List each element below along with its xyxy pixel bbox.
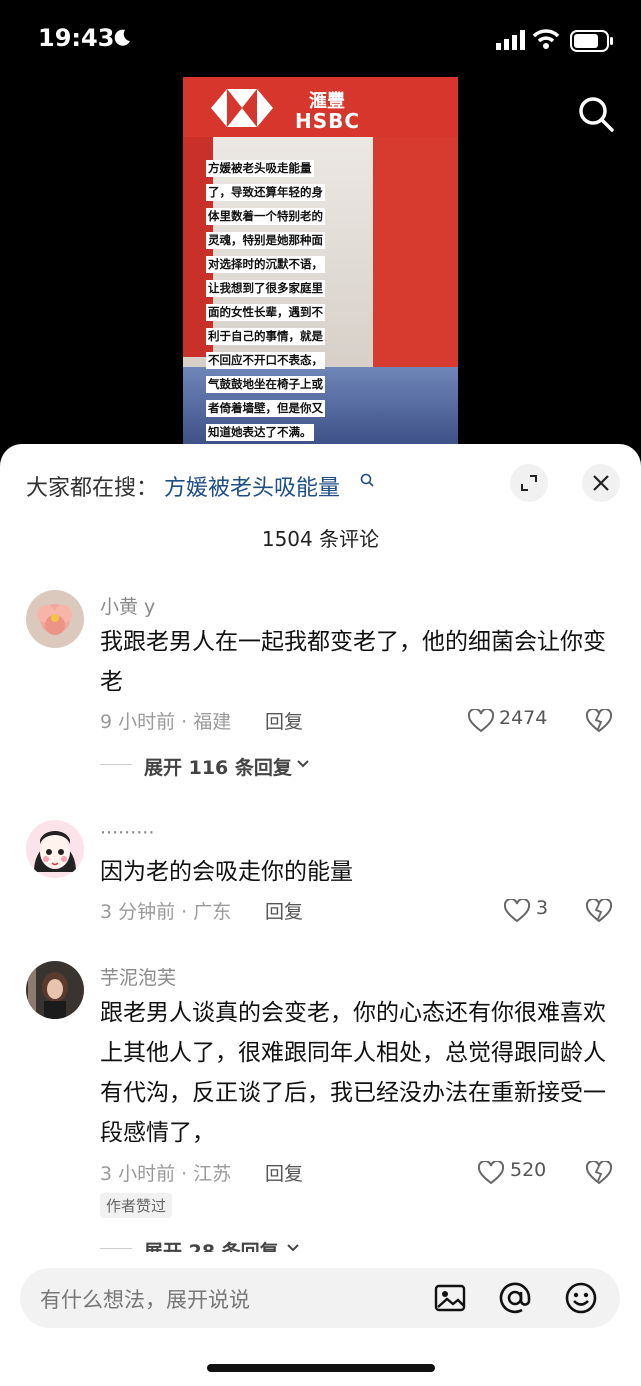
broken-heart-icon[interactable] — [586, 1161, 612, 1185]
search-small-icon — [360, 473, 374, 487]
home-indicator[interactable] — [207, 1364, 435, 1372]
trending-search-label: 大家都在搜： — [26, 476, 159, 501]
search-icon[interactable] — [576, 94, 616, 134]
like-count: 2474 — [499, 707, 548, 729]
comment-input[interactable]: 有什么想法，展开说说 — [20, 1268, 620, 1328]
hsbc-logo-icon — [211, 89, 273, 127]
chevron-down-icon — [297, 760, 309, 768]
image-icon[interactable] — [433, 1281, 467, 1315]
battery-icon — [570, 30, 613, 52]
expand-icon — [521, 475, 537, 491]
comment-text: 跟老男人谈真的会变老，你的心态还有你很难喜欢上其他人了，很难跟同年人相处，总觉得… — [100, 1000, 606, 1146]
at-icon[interactable] — [498, 1281, 532, 1315]
overlay-line: 对选择时的沉默不语， — [206, 256, 325, 273]
status-time: 19:43 — [38, 24, 115, 52]
moon-icon — [114, 29, 130, 46]
close-button[interactable] — [582, 464, 620, 502]
avatar[interactable] — [26, 820, 84, 878]
like-count: 3 — [536, 897, 549, 919]
divider — [100, 764, 132, 765]
avatar[interactable] — [26, 590, 84, 648]
comment-count: 1504 条评论 — [261, 527, 380, 551]
input-placeholder: 有什么想法，展开说说 — [40, 1288, 250, 1312]
heart-icon[interactable] — [504, 899, 530, 923]
username[interactable]: ········· — [100, 822, 154, 844]
overlay-line: 不回应不开口不表态， — [206, 352, 325, 369]
overlay-line: 了，导致还算年轻的身 — [206, 184, 325, 201]
overlay-line: 气鼓鼓地坐在椅子上或 — [206, 376, 325, 393]
expand-replies-label: 展开 116 条回复 — [144, 757, 292, 779]
reply-button[interactable]: 回复 — [265, 897, 303, 924]
broken-heart-icon[interactable] — [586, 899, 612, 923]
overlay-line: 知道她表达了不满。 — [206, 424, 314, 441]
wifi-icon — [532, 29, 560, 49]
video-thumbnail[interactable]: 滙豐 HSBC 方媛被老头吸走能量 了，导致还算年轻的身 体里数着一个特别老的 … — [183, 77, 458, 447]
status-bar: 19:43 — [0, 0, 641, 80]
emoji-icon[interactable] — [564, 1281, 598, 1315]
username[interactable]: 小黄 y — [100, 592, 155, 619]
overlay-line: 者倚着墙壁，但是你又 — [206, 400, 325, 417]
reply-button[interactable]: 回复 — [265, 1159, 303, 1186]
signal-icon — [496, 30, 525, 50]
comment-sheet: 大家都在搜： 方媛被老头吸能量 1504 条评论 小黄 y 我跟老男人在一起我都… — [0, 444, 641, 1386]
divider — [100, 1248, 132, 1249]
heart-icon[interactable] — [468, 709, 494, 733]
overlay-line: 让我想到了很多家庭里 — [206, 280, 325, 297]
heart-icon[interactable] — [478, 1161, 504, 1185]
brand-english: HSBC — [295, 109, 361, 133]
expand-button[interactable] — [510, 464, 548, 502]
comment-meta: 3 分钟前 · 广东 — [100, 901, 232, 923]
broken-heart-icon[interactable] — [586, 709, 612, 733]
trending-search-link[interactable]: 方媛被老头吸能量 — [164, 470, 340, 502]
username[interactable]: 芋泥泡芙 — [100, 963, 176, 990]
author-liked-badge: 作者赞过 — [100, 1193, 173, 1218]
comment-meta: 3 小时前 · 江苏 — [100, 1163, 232, 1185]
overlay-line: 利于自己的事情，就是 — [206, 328, 325, 345]
avatar[interactable] — [26, 961, 84, 1019]
wall-right — [373, 107, 458, 387]
overlay-line: 灵魂，特别是她那种面 — [206, 232, 325, 249]
video-overlay-text: 方媛被老头吸走能量 了，导致还算年轻的身 体里数着一个特别老的 灵魂，特别是她那… — [206, 157, 336, 445]
overlay-line: 方媛被老头吸走能量 — [206, 160, 314, 177]
close-icon — [593, 475, 609, 491]
reply-button[interactable]: 回复 — [265, 707, 303, 734]
like-count: 520 — [510, 1159, 547, 1181]
comment-meta: 9 小时前 · 福建 — [100, 711, 232, 733]
comment-input-bar: 有什么想法，展开说说 — [0, 1252, 641, 1386]
overlay-line: 面的女性长辈，遇到不 — [206, 304, 325, 321]
sheet-header: 大家都在搜： 方媛被老头吸能量 — [0, 444, 641, 524]
overlay-line: 体里数着一个特别老的 — [206, 208, 325, 225]
comment-text: 我跟老男人在一起我都变老了，他的细菌会让你变老 — [100, 629, 606, 695]
comment-text: 因为老的会吸走你的能量 — [100, 859, 353, 885]
